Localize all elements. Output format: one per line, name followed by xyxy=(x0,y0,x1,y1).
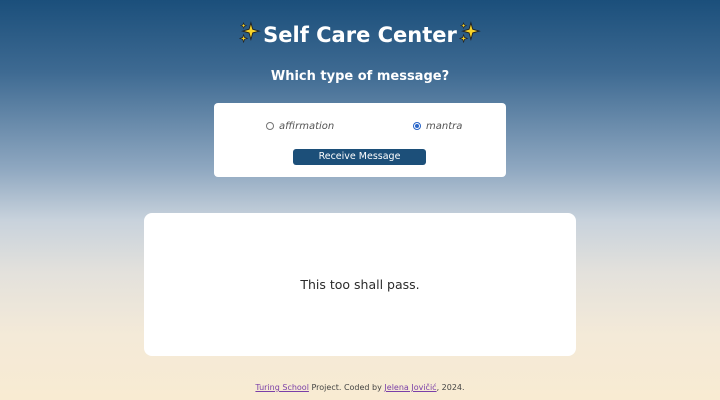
message-display-card: This too shall pass. xyxy=(144,213,576,356)
affirmation-radio[interactable] xyxy=(266,122,274,130)
affirmation-option[interactable]: affirmation xyxy=(266,118,334,134)
title-text: Self Care Center xyxy=(263,23,457,47)
author-link[interactable]: Jelena Jovičić xyxy=(384,383,436,392)
message-type-question: Which type of message? xyxy=(270,69,450,84)
message-type-form: affirmation mantra Receive Message xyxy=(214,103,506,177)
sparkles-icon xyxy=(458,21,481,51)
mantra-label: mantra xyxy=(426,120,463,132)
page-title: Self Care Center xyxy=(0,20,720,51)
mantra-radio[interactable] xyxy=(413,122,421,130)
footer: Turing School Project. Coded by Jelena J… xyxy=(0,382,720,394)
radio-selected-dot xyxy=(415,124,419,128)
affirmation-label: affirmation xyxy=(279,120,335,132)
turing-school-link[interactable]: Turing School xyxy=(255,383,309,392)
footer-text-year: , 2024. xyxy=(436,383,465,392)
mantra-option[interactable]: mantra xyxy=(413,118,462,134)
footer-text-project: Project. Coded by xyxy=(308,383,385,392)
sparkles-icon xyxy=(238,21,261,51)
receive-message-button[interactable]: Receive Message xyxy=(293,149,426,165)
message-text: This too shall pass. xyxy=(300,277,420,292)
